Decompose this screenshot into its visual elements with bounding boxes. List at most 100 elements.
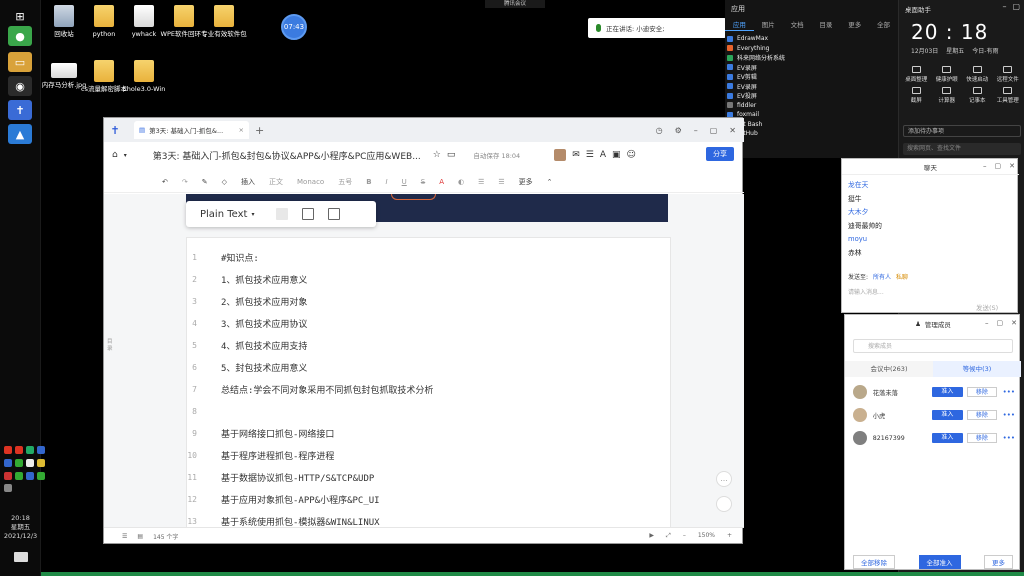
insert-button[interactable]: 插入 <box>241 177 255 187</box>
launcher-item[interactable]: EV录屏 <box>725 82 898 92</box>
meeting-top-indicator[interactable]: 腾讯会议 <box>485 0 545 8</box>
minimize-icon[interactable]: – <box>983 162 987 170</box>
bold-icon[interactable]: B <box>366 178 371 186</box>
minimize-icon[interactable]: – <box>1002 2 1006 11</box>
launcher-tab[interactable]: 图片 <box>754 19 783 31</box>
launcher-item[interactable]: foxmail <box>725 110 898 120</box>
maximize-icon[interactable]: ▢ <box>710 126 718 135</box>
todo-input[interactable]: 添加待办事项 <box>903 125 1021 137</box>
tray-icon-10[interactable] <box>15 471 23 480</box>
tray-icon-1[interactable] <box>4 446 12 454</box>
more-icon[interactable]: ••• <box>1003 434 1015 442</box>
star-icon[interactable]: ☆ <box>433 150 441 160</box>
maximize-icon[interactable]: ▢ <box>997 319 1004 327</box>
more-button[interactable]: 更多 <box>519 177 533 187</box>
member-search-input[interactable]: 搜索成员 <box>853 339 1013 353</box>
remove-all-button[interactable]: 全部移除 <box>853 555 895 569</box>
page-icon[interactable]: ▤ <box>137 533 143 540</box>
launcher-item[interactable]: EV投屏 <box>725 91 898 101</box>
font-select[interactable]: Monaco <box>297 178 324 186</box>
launcher-tab[interactable]: 应用 <box>725 19 754 31</box>
floating-timer-ball[interactable]: 07:43 <box>281 14 307 40</box>
history-icon[interactable]: ◷ <box>656 126 663 135</box>
maximize-icon[interactable]: ▢ <box>1012 2 1020 11</box>
assistant-tool[interactable]: 远程文件 <box>993 66 1024 83</box>
present-icon[interactable]: ▣ <box>612 150 621 160</box>
minimize-icon[interactable]: – <box>985 319 989 327</box>
wrap-lines-icon[interactable] <box>276 208 289 220</box>
more-icon[interactable]: ••• <box>1003 411 1015 419</box>
code-line[interactable]: 11 基于数据协议抓包-HTTP/S&TCP&UDP <box>187 466 672 488</box>
code-line[interactable]: 10 基于程序进程抓包-程序进程 <box>187 444 672 466</box>
tab-waiting[interactable]: 等候中(3) <box>933 361 1021 377</box>
web-search-input[interactable]: 搜索网页、查找文件 <box>903 143 1021 155</box>
assistant-tool[interactable]: 桌面整理 <box>901 66 932 83</box>
code-line[interactable]: 13 基于系统使用抓包-模拟器&WIN&LINUX <box>187 510 672 528</box>
more-button[interactable]: 更多 <box>984 555 1013 569</box>
tray-icon-11[interactable] <box>26 471 34 480</box>
assistant-tool[interactable]: 工具管理 <box>993 87 1024 104</box>
zoom-in-icon[interactable]: + <box>727 532 732 540</box>
notification-icon[interactable] <box>14 552 28 562</box>
more-icon[interactable]: ••• <box>1003 388 1015 396</box>
close-icon[interactable]: ✕ <box>729 126 736 135</box>
file-explorer-icon[interactable]: ▭ <box>8 52 32 72</box>
feishu-app-icon[interactable]: ✝ <box>8 100 32 120</box>
send-to-select[interactable]: 所有人 <box>873 272 891 281</box>
launcher-item[interactable]: 科来网络分析系统 <box>725 53 898 63</box>
settings-icon[interactable]: ⚙ <box>675 126 682 135</box>
format-icon[interactable]: A <box>600 150 606 160</box>
zoom-level[interactable]: 150% <box>698 532 715 540</box>
share-button[interactable]: 分享 <box>706 147 734 161</box>
collapse-toolbar-icon[interactable]: ⌃ <box>547 178 553 186</box>
fullscreen-icon[interactable]: ⤢ <box>666 532 671 540</box>
assistant-tool[interactable]: 截屏 <box>901 87 932 104</box>
remove-button[interactable]: 移除 <box>967 410 997 420</box>
list-icon[interactable]: ☰ <box>498 178 504 186</box>
tray-icon-9[interactable] <box>4 471 12 480</box>
minimize-icon[interactable]: – <box>694 126 698 135</box>
tray-icon-12[interactable] <box>37 471 45 480</box>
code-line[interactable]: 3 2、抓包技术应用对象 <box>187 290 672 312</box>
feedback-icon[interactable] <box>716 496 732 512</box>
code-line[interactable]: 2 1、抓包技术应用意义 <box>187 268 672 290</box>
code-block[interactable]: 1 #知识点: 2 1、抓包技术应用意义 3 2、抓包技术应用对象 4 3、抓包技术应用协议 5… <box>186 237 671 527</box>
feishu-logo-icon[interactable]: ✝ <box>104 118 126 142</box>
outline-icon[interactable]: ☰ <box>122 533 127 540</box>
tray-icon-4[interactable] <box>37 446 45 454</box>
launcher-item[interactable]: EdrawMax <box>725 34 898 44</box>
launcher-tab[interactable]: 目录 <box>811 19 840 31</box>
launcher-item[interactable]: EV录屏 <box>725 63 898 73</box>
windows-start-icon[interactable]: ⊞ <box>8 6 32 26</box>
undo-icon[interactable]: ↶ <box>162 178 168 186</box>
code-line[interactable]: 8 <box>187 400 672 422</box>
outline-toggle[interactable]: 目录 <box>107 339 117 361</box>
assistant-tool[interactable]: 健康护眼 <box>932 66 963 83</box>
tray-icon-5[interactable] <box>4 458 12 467</box>
remove-button[interactable]: 移除 <box>967 387 997 397</box>
code-line[interactable]: 7 总结点:学会不同对象采用不同抓包封包抓取技术分析 <box>187 378 672 400</box>
wechat-icon[interactable]: ● <box>8 26 32 46</box>
launcher-item[interactable]: EV剪辑 <box>725 72 898 82</box>
italic-icon[interactable]: I <box>386 178 388 186</box>
avatar[interactable] <box>554 149 567 161</box>
assistant-tool[interactable]: 快速启动 <box>962 66 993 83</box>
launcher-tab[interactable]: 更多 <box>840 19 869 31</box>
chat-input[interactable]: 请输入消息... <box>848 287 884 296</box>
paragraph-style-select[interactable]: 正文 <box>269 177 283 187</box>
menu-icon[interactable]: ☰ <box>586 150 594 160</box>
meeting-speaking-bar[interactable]: 正在讲话: 小迪安全; <box>588 18 726 38</box>
chrome-icon[interactable]: ◉ <box>8 76 32 96</box>
collaborator-icon[interactable]: ☺ <box>627 150 636 160</box>
launcher-item[interactable]: Git Bash <box>725 120 898 130</box>
launcher-item[interactable]: GitHub <box>725 129 898 139</box>
copy-icon[interactable] <box>302 208 315 220</box>
desktop-icon-ehole[interactable]: Ehole3.0-Win <box>118 60 170 93</box>
taskbar-clock[interactable]: 20:18 星期五 2021/12/3 <box>0 514 41 541</box>
font-color-icon[interactable]: A <box>439 178 444 186</box>
code-line[interactable]: 4 3、抓包技术应用协议 <box>187 312 672 334</box>
admit-button[interactable]: 准入 <box>931 433 964 443</box>
chevron-down-icon[interactable]: ▾ <box>124 152 127 159</box>
admit-button[interactable]: 准入 <box>931 410 964 420</box>
more-actions-icon[interactable]: … <box>716 471 732 487</box>
